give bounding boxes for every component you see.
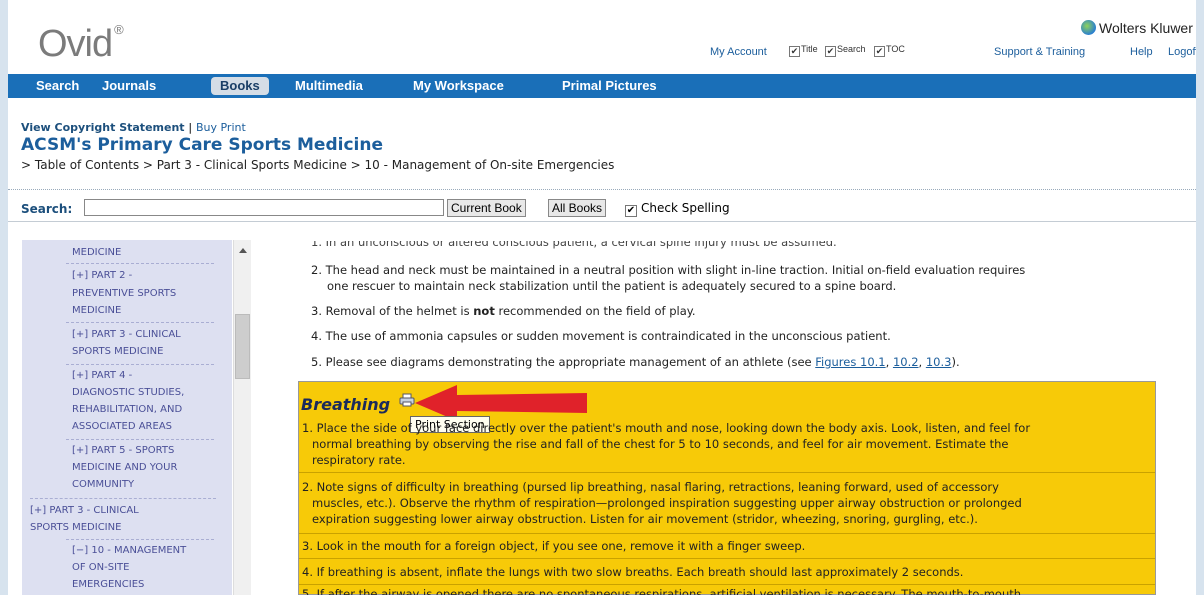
toc-line[interactable]: MEDICINE <box>72 245 121 261</box>
breathing-line: respiratory rate. <box>312 453 406 467</box>
help-link[interactable]: Help <box>1130 46 1153 58</box>
wolters-kluwer-brand[interactable]: Wolters Kluwer <box>1081 20 1193 36</box>
breathing-line: 5. If after the airway is opened there a… <box>302 587 1022 595</box>
main-nav: Search Journals Books Multimedia My Work… <box>8 74 1196 98</box>
toc-checkbox[interactable]: ✔ TOC <box>874 44 905 57</box>
logo-text: Ovid <box>38 23 113 65</box>
toc-divider <box>66 322 214 323</box>
item-text: ). <box>951 355 960 369</box>
toc-line[interactable]: SPORTS MEDICINE <box>30 520 121 536</box>
toc-line[interactable]: MEDICINE AND YOUR <box>72 460 177 476</box>
breathing-divider <box>299 558 1155 559</box>
toc-line[interactable]: [+] PART 2 - <box>72 268 132 284</box>
toc-line[interactable]: EMERGENCIES <box>72 577 144 593</box>
scroll-up-icon[interactable] <box>239 248 247 253</box>
breathing-line: 2. Note signs of difficulty in breathing… <box>302 480 999 494</box>
toc-line[interactable]: [+] PART 4 - <box>72 368 132 384</box>
nav-search[interactable]: Search <box>36 78 79 93</box>
nav-my-workspace[interactable]: My Workspace <box>413 78 504 93</box>
scroll-thumb[interactable] <box>235 314 250 379</box>
buy-print-link[interactable]: Buy Print <box>196 121 246 134</box>
toc-line[interactable]: ASSOCIATED AREAS <box>72 419 172 435</box>
toc-checkbox-label: TOC <box>886 44 905 54</box>
support-training-link[interactable]: Support & Training <box>994 46 1085 58</box>
content-item: 3. Removal of the helmet is not recommen… <box>311 303 696 319</box>
title-checkbox-label: Title <box>801 44 818 54</box>
site-header: Ovid ® Wolters Kluwer My Account ✔ Title ✔… <box>8 0 1196 74</box>
globe-icon <box>1081 20 1096 35</box>
logoff-link[interactable]: Logoff <box>1168 46 1196 58</box>
brand-label: Wolters Kluwer <box>1099 20 1193 36</box>
toc-line[interactable]: [+] PART 3 - CLINICAL <box>72 327 181 343</box>
toc-line[interactable]: [+] PART 5 - SPORTS <box>72 443 174 459</box>
checkmark-icon: ✔ <box>825 46 836 57</box>
check-spelling-checkbox[interactable]: ✔ Check Spelling <box>625 201 730 217</box>
toc-divider <box>66 263 214 264</box>
breathing-divider <box>299 533 1155 534</box>
breathing-line: normal breathing by observing the rise a… <box>312 437 1009 451</box>
figure-link[interactable]: 10.3 <box>926 355 952 369</box>
breathing-line: 4. If breathing is absent, inflate the l… <box>302 565 964 579</box>
breathing-divider <box>299 472 1155 473</box>
toc-line[interactable]: [−] 10 - MANAGEMENT <box>72 543 186 559</box>
check-spelling-label: Check Spelling <box>641 201 730 215</box>
toc-divider <box>66 364 214 365</box>
ovid-logo[interactable]: Ovid ® <box>38 22 124 66</box>
item-text: 5. Please see diagrams demonstrating the… <box>311 355 816 369</box>
cut-off-line: 1. In an unconscious or altered consciou… <box>311 235 837 249</box>
item-emphasis: not <box>473 304 495 318</box>
toc-line[interactable]: MEDICINE <box>72 303 121 319</box>
breathing-line: 3. Look in the mouth for a foreign objec… <box>302 539 806 553</box>
search-checkbox-label: Search <box>837 44 866 54</box>
search-label: Search: <box>21 202 73 216</box>
figure-link[interactable]: Figures 10.1 <box>815 355 885 369</box>
toc-line[interactable]: REHABILITATION, AND <box>72 402 182 418</box>
current-book-button[interactable]: Current Book <box>447 199 526 217</box>
toc-divider <box>66 539 214 540</box>
figure-link[interactable]: 10.2 <box>893 355 919 369</box>
separator: | <box>188 121 193 134</box>
toc-line[interactable]: SPORTS MEDICINE <box>72 344 163 360</box>
search-checkbox[interactable]: ✔ Search <box>825 44 866 57</box>
checkmark-icon: ✔ <box>625 205 637 217</box>
toc-line[interactable]: COMMUNITY <box>72 477 134 493</box>
item-text: , <box>918 355 926 369</box>
breathing-line: muscles, etc.). Observe the rhythm of re… <box>312 496 1022 510</box>
breathing-title: Breathing <box>301 395 391 414</box>
breadcrumb[interactable]: > Table of Contents > Part 3 - Clinical … <box>21 158 614 172</box>
breathing-divider <box>299 584 1155 585</box>
content-item: 5. Please see diagrams demonstrating the… <box>311 354 960 370</box>
toc-line[interactable]: DIAGNOSTIC STUDIES, <box>72 385 184 401</box>
book-actions: View Copyright Statement | Buy Print <box>21 121 246 134</box>
logo-mark: ® <box>114 22 124 37</box>
toc-divider <box>30 498 216 499</box>
item-text: recommended on the field of play. <box>494 304 696 318</box>
content-item: 2. The head and neck must be maintained … <box>311 263 1026 277</box>
nav-primal-pictures[interactable]: Primal Pictures <box>562 78 657 93</box>
content-item: one rescuer to maintain neck stabilizati… <box>327 279 897 293</box>
toc-divider <box>66 439 214 440</box>
book-title[interactable]: ACSM's Primary Care Sports Medicine <box>21 135 383 155</box>
my-account-link[interactable]: My Account <box>710 46 767 58</box>
all-books-button[interactable]: All Books <box>548 199 607 217</box>
item-text: , <box>885 355 893 369</box>
item-text: 3. Removal of the helmet is <box>311 304 474 318</box>
checkmark-icon: ✔ <box>789 46 800 57</box>
content-item: 4. The use of ammonia capsules or sudden… <box>311 329 891 343</box>
toc-scrollbar[interactable] <box>233 240 251 595</box>
toc-line[interactable]: [+] PART 3 - CLINICAL <box>30 503 139 519</box>
app-frame: Ovid ® Wolters Kluwer My Account ✔ Title ✔… <box>0 0 1204 595</box>
breathing-line: 1. Place the side of your face directly … <box>302 421 1031 435</box>
title-checkbox[interactable]: ✔ Title <box>789 44 818 57</box>
breathing-line: expiration suggesting lower airway obstr… <box>312 512 978 526</box>
toc-line[interactable]: PREVENTIVE SPORTS <box>72 286 176 302</box>
toc-line[interactable]: OF ON-SITE <box>72 560 130 576</box>
checkmark-icon: ✔ <box>874 46 885 57</box>
search-input[interactable] <box>84 199 444 216</box>
nav-journals[interactable]: Journals <box>102 78 156 93</box>
nav-books[interactable]: Books <box>211 77 269 95</box>
nav-multimedia[interactable]: Multimedia <box>295 78 363 93</box>
print-icon[interactable] <box>399 393 415 407</box>
view-copyright-link[interactable]: View Copyright Statement <box>21 121 185 134</box>
